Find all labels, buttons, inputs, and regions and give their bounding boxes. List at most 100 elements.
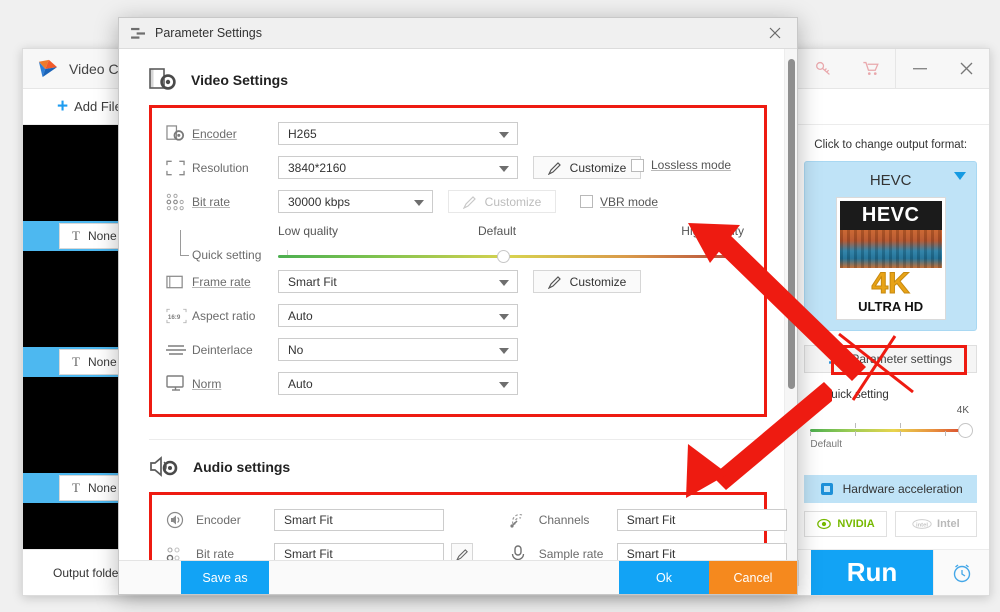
bitrate-customize-button[interactable]: Customize bbox=[448, 190, 556, 213]
quality-slider-knob[interactable] bbox=[497, 250, 511, 263]
svg-text:intel: intel bbox=[916, 522, 928, 528]
output-format-header: Click to change output format: bbox=[814, 139, 968, 151]
chevron-down-icon bbox=[499, 382, 509, 388]
plus-icon: + bbox=[57, 96, 69, 117]
audio-bitrate-label: Bit rate bbox=[196, 547, 235, 560]
subtitle-value: None bbox=[87, 229, 117, 243]
monitor-icon bbox=[166, 375, 192, 392]
frame-rate-icon bbox=[166, 274, 192, 290]
parameter-settings-dialog: Parameter Settings Video Settings Encode… bbox=[118, 17, 798, 595]
quality-mid-label: Default bbox=[478, 224, 517, 238]
encoder-select[interactable]: H265 bbox=[278, 122, 518, 145]
lossless-mode-checkbox[interactable]: Lossless mode bbox=[631, 158, 731, 172]
hardware-acceleration-label: Hardware acceleration bbox=[842, 481, 963, 496]
dialog-scrollbar[interactable] bbox=[784, 49, 797, 560]
video-quick-setting-row: Quick setting Low quality Default High q… bbox=[166, 220, 750, 266]
audio-encoder-select[interactable]: Smart Fit bbox=[274, 509, 444, 531]
audio-channels-select[interactable]: Smart Fit bbox=[616, 509, 787, 531]
audio-settings-header: Audio settings bbox=[149, 454, 767, 480]
bitrate-dots-icon bbox=[166, 193, 192, 211]
scrollbar-thumb[interactable] bbox=[788, 59, 795, 389]
minimize-button[interactable] bbox=[897, 49, 943, 89]
norm-label: Norm bbox=[192, 376, 222, 391]
aspect-ratio-icon: 16:9 bbox=[166, 308, 192, 324]
audio-encoder-value: Smart Fit bbox=[284, 513, 333, 527]
audio-right-column: Channels Smart Fit Sample rate Smart Fit bbox=[509, 505, 787, 560]
audio-bitrate-select[interactable]: Smart Fit bbox=[274, 543, 444, 560]
norm-select[interactable]: Auto bbox=[278, 372, 518, 395]
aspect-ratio-select[interactable]: Auto bbox=[278, 304, 518, 327]
encoder-label: Encoder bbox=[192, 126, 237, 141]
framerate-label: Frame rate bbox=[192, 274, 251, 289]
chevron-down-icon[interactable] bbox=[954, 172, 966, 180]
output-format-card[interactable]: HEVC HEVC 4K ULTRA HD bbox=[804, 161, 977, 331]
framerate-customize-button[interactable]: Customize bbox=[533, 270, 641, 293]
ok-button[interactable]: Ok bbox=[619, 561, 709, 594]
right-quick-slider[interactable]: 4K Default bbox=[810, 405, 973, 451]
audio-samplerate-select[interactable]: Smart Fit bbox=[616, 543, 787, 560]
cart-icon[interactable] bbox=[847, 49, 895, 89]
intel-button[interactable]: intel Intel bbox=[894, 510, 978, 537]
audio-channels-label: Channels bbox=[538, 513, 590, 527]
video-settings-header: Video Settings bbox=[149, 67, 767, 93]
chevron-down-icon bbox=[499, 132, 509, 138]
cancel-button[interactable]: Cancel bbox=[709, 561, 797, 594]
right-slider-ticks bbox=[810, 421, 971, 441]
nvidia-button[interactable]: NVIDIA bbox=[804, 510, 887, 537]
chevron-down-icon bbox=[499, 314, 509, 320]
bitrate-dots-icon bbox=[166, 546, 196, 560]
dialog-close-button[interactable] bbox=[753, 18, 797, 49]
audio-grid: Encoder Smart Fit Bit rate Smart Fit Cha… bbox=[166, 505, 787, 560]
close-button[interactable] bbox=[943, 49, 989, 89]
quality-slider[interactable]: Low quality Default High quality bbox=[278, 224, 744, 266]
resolution-select[interactable]: 3840*2160 bbox=[278, 156, 518, 179]
deinterlace-row: Deinterlace No bbox=[166, 334, 750, 365]
pencil-icon bbox=[455, 548, 468, 560]
pencil-icon bbox=[547, 275, 561, 289]
bitrate-select[interactable]: 30000 kbps bbox=[278, 190, 433, 213]
audio-encoder-row: Encoder Smart Fit bbox=[166, 505, 509, 535]
run-button[interactable]: Run bbox=[811, 549, 933, 595]
audio-channels-value: Smart Fit bbox=[626, 513, 676, 527]
resolution-customize-button[interactable]: Customize bbox=[533, 156, 641, 179]
chip-icon bbox=[820, 482, 833, 495]
nvidia-label: NVIDIA bbox=[837, 517, 875, 530]
audio-left-column: Encoder Smart Fit Bit rate Smart Fit bbox=[166, 505, 509, 560]
quality-slider-track bbox=[278, 255, 744, 258]
framerate-select[interactable]: Smart Fit bbox=[278, 270, 518, 293]
deinterlace-select[interactable]: No bbox=[278, 338, 518, 361]
section-divider bbox=[149, 439, 767, 440]
parameter-settings-highlight-box bbox=[831, 345, 967, 375]
text-icon: T bbox=[72, 480, 80, 495]
dialog-content: Video Settings Encoder H265 Resolution 3… bbox=[119, 49, 797, 560]
add-file-button[interactable]: + Add File bbox=[57, 97, 122, 116]
bitrate-customize-label: Customize bbox=[484, 194, 542, 209]
channels-icon bbox=[509, 511, 539, 529]
audio-bitrate-edit-button[interactable] bbox=[451, 543, 473, 560]
subtitle-value: None bbox=[87, 355, 117, 369]
chevron-down-icon bbox=[499, 166, 509, 172]
alarm-clock-button[interactable] bbox=[933, 549, 989, 595]
microphone-icon bbox=[509, 545, 539, 560]
audio-settings-highlight-box: Encoder Smart Fit Bit rate Smart Fit Cha… bbox=[149, 492, 787, 560]
vbr-mode-checkbox[interactable]: VBR mode bbox=[580, 195, 658, 209]
hardware-acceleration-button[interactable]: Hardware acceleration bbox=[804, 474, 977, 503]
output-format-panel: Click to change output format: HEVC HEVC… bbox=[791, 125, 989, 549]
thumbnail-codec-label: HEVC bbox=[839, 201, 942, 230]
add-file-label: Add File bbox=[74, 99, 122, 114]
framerate-value: Smart Fit bbox=[288, 274, 337, 289]
video-settings-highlight-box: Encoder H265 Resolution 3840*2160 Custom… bbox=[149, 105, 767, 417]
dialog-footer: Save as Ok Cancel bbox=[119, 560, 797, 594]
checkbox-box bbox=[580, 195, 593, 208]
right-slider-max-label: 4K bbox=[956, 404, 969, 416]
text-icon: T bbox=[72, 354, 80, 369]
bitrate-label: Bit rate bbox=[192, 194, 231, 209]
norm-row: Norm Auto bbox=[166, 368, 750, 399]
speaker-icon bbox=[166, 511, 196, 529]
right-slider-min-label: Default bbox=[810, 438, 843, 450]
key-icon[interactable] bbox=[799, 49, 847, 89]
aspect-ratio-label: Aspect ratio bbox=[192, 308, 256, 323]
right-slider-knob[interactable] bbox=[958, 422, 973, 438]
resolution-frame-icon bbox=[166, 160, 192, 176]
save-as-button[interactable]: Save as bbox=[181, 561, 269, 594]
